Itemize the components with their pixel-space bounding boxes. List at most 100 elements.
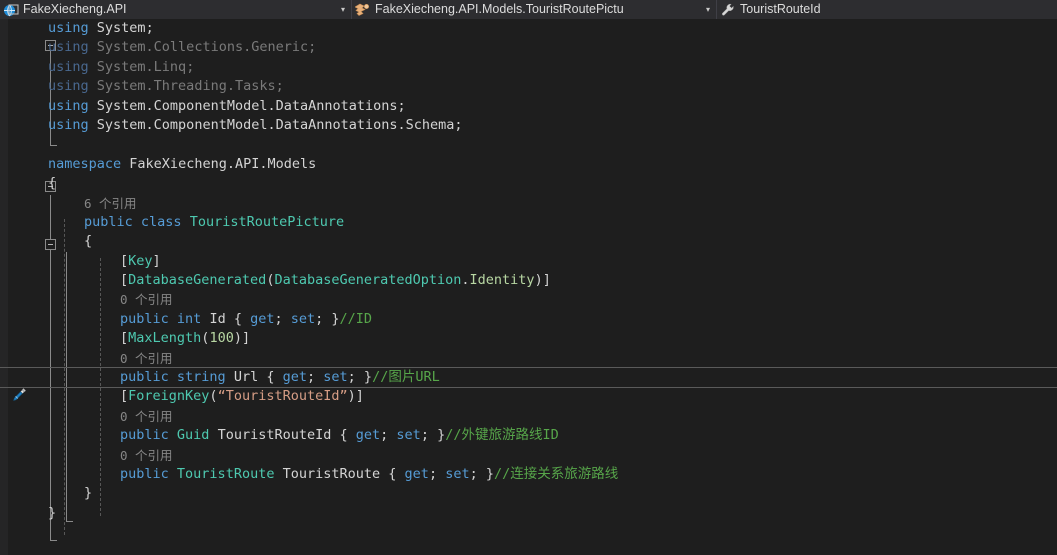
code-line[interactable]: using System.ComponentModel.DataAnnotati…	[38, 97, 1057, 116]
code-editor[interactable]: using System; using System.Collections.Ge…	[0, 19, 1057, 555]
member-selector-combobox[interactable]: TouristRouteId	[717, 0, 1057, 19]
project-selector-combobox[interactable]: FakeXiecheng.API ▾	[0, 0, 352, 19]
code-token: ; }	[469, 465, 494, 482]
code-line[interactable]: using System.Threading.Tasks;	[38, 77, 1057, 96]
code-token: ;	[274, 310, 291, 327]
code-token: ;	[397, 97, 406, 114]
code-token: ;	[380, 427, 397, 444]
code-token: get	[355, 427, 381, 444]
code-token: TouristRouteId	[217, 427, 332, 444]
code-token: set	[323, 369, 348, 386]
code-line[interactable]: }	[38, 504, 1057, 523]
type-selector-combobox[interactable]: FakeXiecheng.API.Models.TouristRoutePict…	[352, 0, 717, 19]
code-line[interactable]: using System;	[38, 19, 1057, 38]
code-line[interactable]: [ForeignKey(“TouristRouteId”)]	[38, 387, 1057, 406]
code-token: public	[120, 369, 169, 386]
code-token: Identity	[469, 272, 535, 289]
code-token: get	[250, 310, 275, 327]
code-token: .	[461, 272, 470, 289]
code-token: }	[84, 485, 93, 502]
code-token: ;	[275, 78, 284, 95]
code-token: System.Threading.Tasks	[96, 78, 276, 95]
chevron-down-icon[interactable]: ▾	[700, 0, 716, 19]
code-token: using	[48, 97, 89, 114]
code-token: set	[445, 465, 470, 482]
code-token: {	[48, 175, 57, 192]
code-token: ;	[308, 39, 317, 56]
code-token: {	[258, 369, 283, 386]
code-line[interactable]: 0 个引用	[38, 446, 1057, 465]
code-line[interactable]: {	[38, 174, 1057, 193]
codelens-reference-count[interactable]: 0 个引用	[120, 448, 173, 463]
project-selector-label: FakeXiecheng.API	[23, 2, 127, 16]
code-token: set	[290, 310, 316, 327]
member-selector-label: TouristRouteId	[740, 2, 821, 16]
code-token: )]	[347, 388, 364, 405]
code-line[interactable]: namespace FakeXiecheng.API.Models	[38, 155, 1057, 174]
code-token: ; }	[347, 369, 373, 386]
code-token: “TouristRouteId”	[217, 388, 348, 405]
code-token: ForeignKey	[128, 388, 210, 405]
editor-glyph-margin[interactable]	[8, 19, 38, 555]
code-line[interactable]: 0 个引用	[38, 349, 1057, 368]
code-token: System.ComponentModel.DataAnnotations.Sc…	[96, 116, 455, 133]
quick-actions-screwdriver-icon[interactable]	[9, 385, 29, 405]
code-token: Url	[233, 369, 259, 386]
code-line[interactable]	[38, 135, 1057, 154]
code-token: )]	[233, 330, 251, 347]
code-line[interactable]: 0 个引用	[38, 407, 1057, 426]
code-line[interactable]: public int Id { get; set; }//ID	[38, 310, 1057, 329]
code-token: set	[396, 427, 421, 444]
code-token: Guid	[176, 427, 210, 444]
code-token: [	[120, 252, 129, 269]
code-token: Id	[209, 310, 226, 327]
code-token: using	[48, 116, 89, 133]
chevron-down-icon[interactable]: ▾	[335, 0, 351, 19]
code-line[interactable]: public Guid TouristRouteId { get; set; }…	[38, 426, 1057, 445]
code-line[interactable]: public class TouristRoutePicture	[38, 213, 1057, 232]
code-line[interactable]: using System.Collections.Generic;	[38, 38, 1057, 57]
code-token: //连接关系旅游路线	[493, 465, 619, 482]
code-line[interactable]: [MaxLength(100)]	[38, 329, 1057, 348]
code-token: public	[120, 310, 169, 327]
code-line[interactable]: {	[38, 232, 1057, 251]
codelens-reference-count[interactable]: 0 个引用	[120, 351, 173, 366]
code-line[interactable]: public string Url { get; set; }//图片URL	[0, 367, 1057, 389]
code-token: class	[140, 213, 182, 230]
code-line[interactable]: 0 个引用	[38, 290, 1057, 309]
codelens-reference-count[interactable]: 0 个引用	[120, 409, 173, 424]
code-token: [	[120, 388, 129, 405]
code-token: namespace	[48, 155, 122, 172]
code-token: ;	[454, 116, 463, 133]
code-line[interactable]: [Key]	[38, 252, 1057, 271]
code-token: FakeXiecheng.API.Models	[129, 155, 317, 172]
code-token: //外键旅游路线ID	[445, 427, 559, 444]
code-text-surface[interactable]: using System; using System.Collections.Ge…	[0, 19, 1057, 555]
code-line[interactable]: using System.ComponentModel.DataAnnotati…	[38, 116, 1057, 135]
code-token: )]	[534, 272, 551, 289]
code-token: ]	[152, 252, 161, 269]
code-token: ;	[307, 369, 324, 386]
code-token: public	[120, 427, 169, 444]
codelens-reference-count[interactable]: 0 个引用	[120, 292, 173, 307]
code-token: }	[48, 504, 57, 521]
code-token: int	[176, 310, 202, 327]
code-line[interactable]: 6 个引用	[38, 194, 1057, 213]
code-line[interactable]: [DatabaseGenerated(DatabaseGeneratedOpti…	[38, 271, 1057, 290]
navigation-bar: FakeXiecheng.API ▾ FakeXiecheng.API.Mode…	[0, 0, 1057, 19]
code-line[interactable]: using System.Linq;	[38, 58, 1057, 77]
code-token: {	[84, 233, 93, 250]
code-line[interactable]: }	[38, 484, 1057, 503]
code-token: ;	[428, 465, 446, 482]
codelens-reference-count[interactable]: 6 个引用	[84, 196, 137, 211]
code-token: [	[120, 272, 129, 289]
code-line[interactable]: public TouristRoute TouristRoute { get ; …	[38, 465, 1057, 484]
editor-indicator-strip	[0, 19, 8, 555]
